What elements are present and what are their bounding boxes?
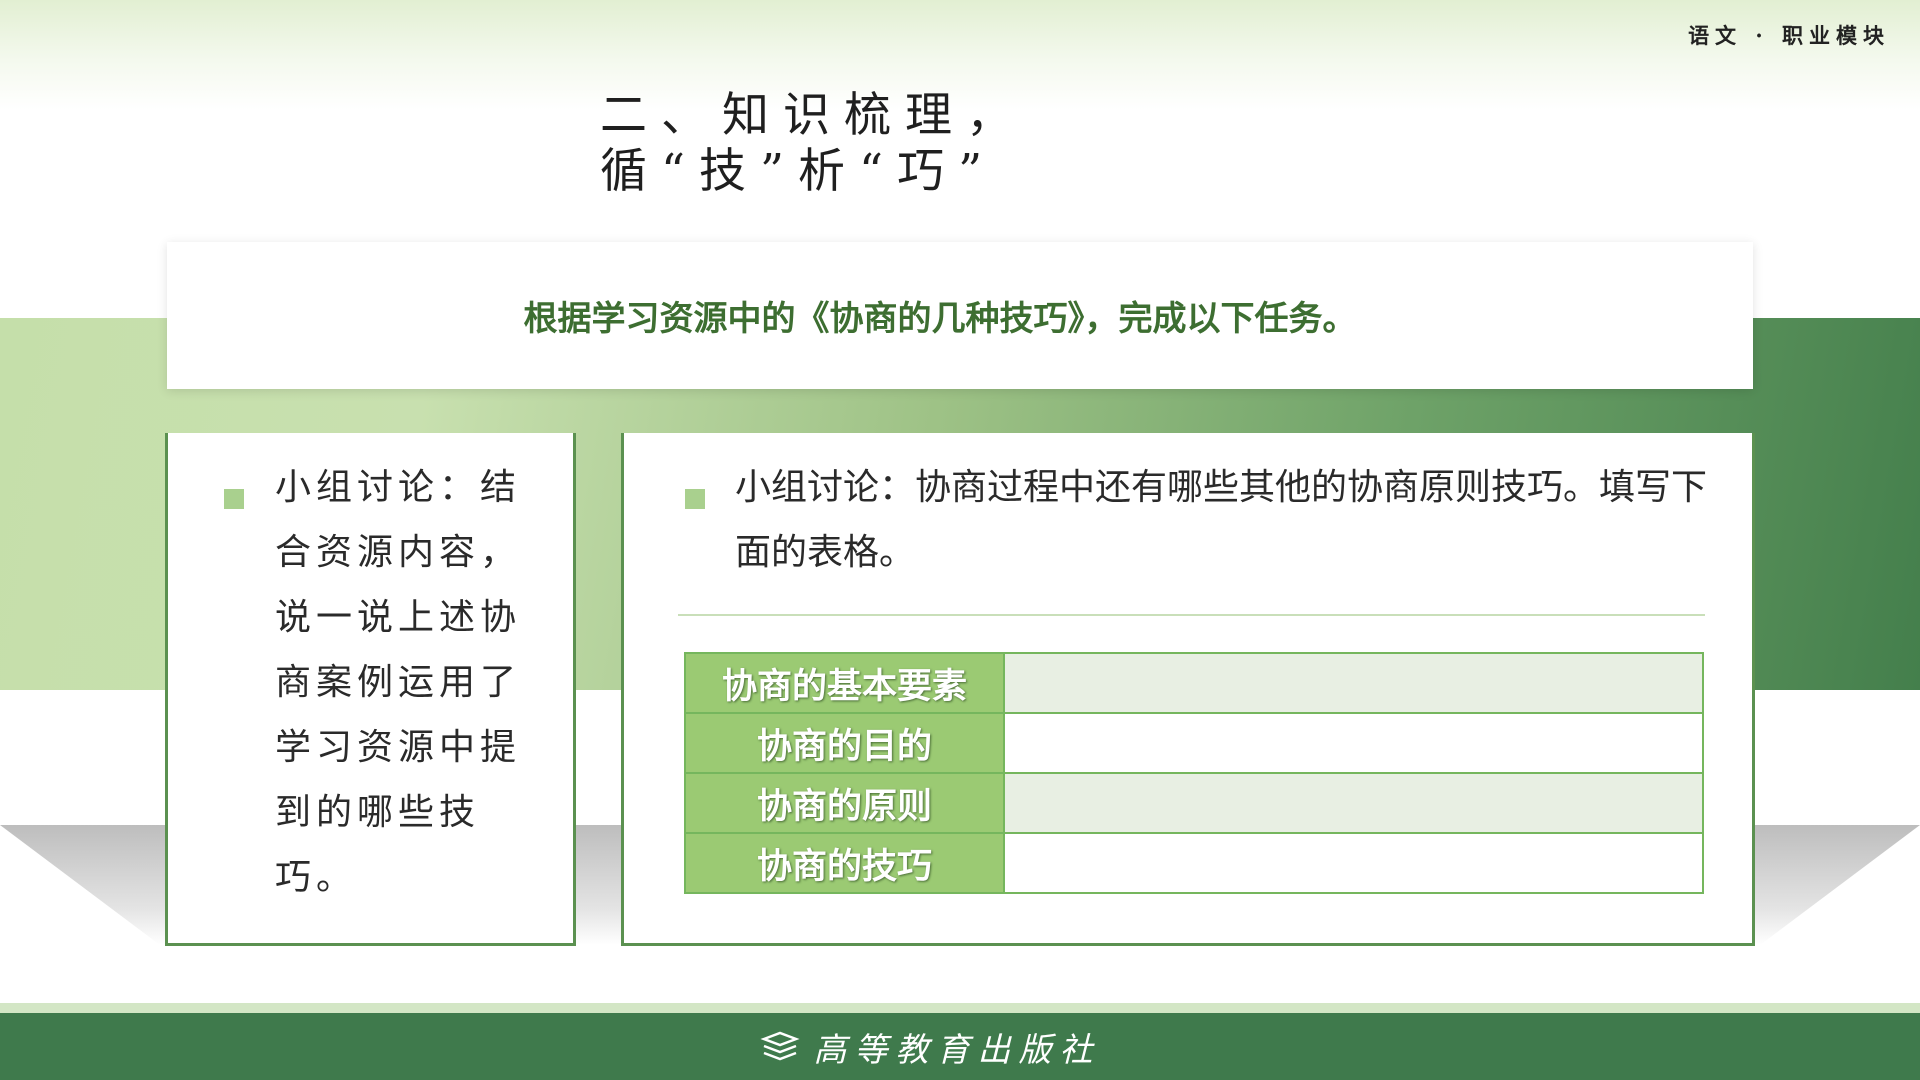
table-input-cell[interactable] <box>1003 832 1704 894</box>
bullet-square-icon <box>685 489 705 509</box>
bullet-square-icon <box>224 489 244 509</box>
table-label-cell: 协商的原则 <box>684 772 1005 834</box>
right-discussion-text: 小组讨论：协商过程中还有哪些其他的协商原则技巧。填写下面的表格。 <box>735 467 1708 573</box>
page-title: 二、知识梳理，循“技”析“巧” <box>600 88 1027 199</box>
footer-bar: 高等教育出版社 <box>0 1013 1920 1080</box>
table-label-cell: 协商的目的 <box>684 712 1005 774</box>
left-discussion-text: 小组讨论：结合资源内容，说一说上述协商案例运用了学习资源中提到的哪些技巧。 <box>275 467 522 898</box>
instruction-box: 根据学习资源中的《协商的几种技巧》，完成以下任务。 <box>167 242 1753 389</box>
book-stack-icon <box>759 1031 800 1060</box>
table-label-cell: 协商的基本要素 <box>684 652 1005 714</box>
publisher-name: 高等教育出版社 <box>813 1029 1101 1069</box>
table-row: 协商的目的 <box>684 712 1704 774</box>
divider <box>678 614 1705 616</box>
table-row: 协商的原则 <box>684 772 1704 834</box>
left-discussion-card: 小组讨论：结合资源内容，说一说上述协商案例运用了学习资源中提到的哪些技巧。 <box>165 433 576 946</box>
table-input-cell[interactable] <box>1003 772 1704 834</box>
footer-accent-strip <box>0 1003 1920 1013</box>
right-discussion-card: 小组讨论：协商过程中还有哪些其他的协商原则技巧。填写下面的表格。 协商的基本要素… <box>621 433 1755 946</box>
table-row: 协商的基本要素 <box>684 652 1704 714</box>
task-table: 协商的基本要素 协商的目的 协商的原则 协商的技巧 <box>684 652 1704 894</box>
table-row: 协商的技巧 <box>684 832 1704 894</box>
instruction-text: 根据学习资源中的《协商的几种技巧》，完成以下任务。 <box>523 299 1357 339</box>
module-label: 语文 · 职业模块 <box>1688 23 1890 48</box>
table-label-cell: 协商的技巧 <box>684 832 1005 894</box>
table-input-cell[interactable] <box>1003 712 1704 774</box>
table-input-cell[interactable] <box>1003 652 1704 714</box>
